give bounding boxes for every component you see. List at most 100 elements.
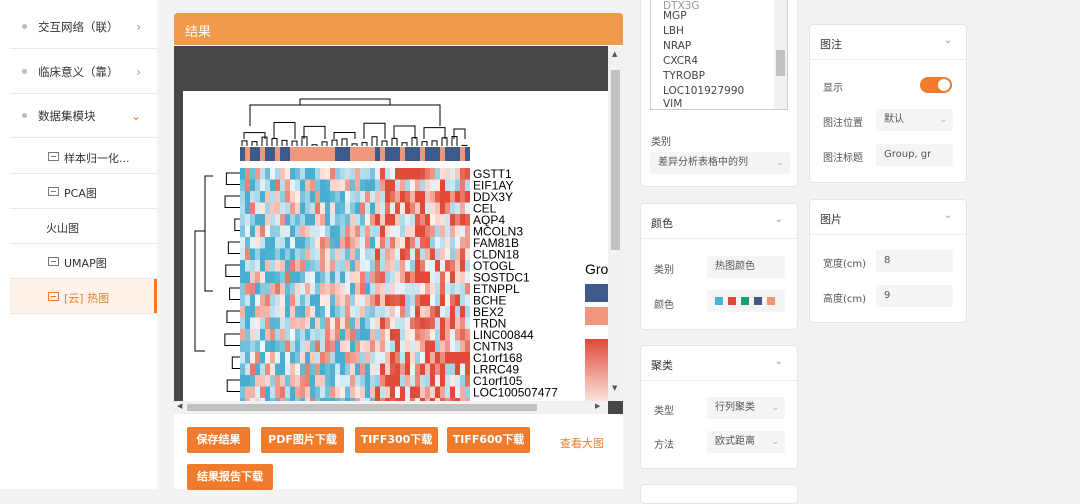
horizontal-scrollbar[interactable]: ◀ ▶: [174, 401, 608, 414]
view-large-link[interactable]: 查看大图: [560, 435, 604, 451]
list-item[interactable]: CXCR4: [663, 55, 698, 67]
heatmap-cell: [245, 340, 250, 352]
heatmap-cell: [420, 294, 425, 306]
heatmap-cell: [315, 283, 320, 295]
heatmap-cell: [315, 237, 320, 249]
heatmap-cell: [420, 191, 425, 203]
list-item[interactable]: TYROBP: [663, 70, 705, 82]
scroll-up-icon[interactable]: ▲: [612, 50, 617, 58]
heatmap-cell: [355, 191, 360, 203]
heatmap-cell: [255, 248, 260, 260]
heatmap-cell: [240, 329, 245, 341]
heatmap-cell: [305, 329, 310, 341]
heatmap-cell: [245, 306, 250, 318]
sidebar-item-umap[interactable]: UMAP图: [10, 244, 157, 279]
color-type-select[interactable]: 热图颜色: [707, 256, 785, 278]
heatmap-cell: [390, 317, 395, 329]
heatmap-cell: [315, 294, 320, 306]
heatmap-cell: [330, 214, 335, 226]
cluster-type-select[interactable]: 行列聚类 ⌄: [707, 397, 785, 419]
image-viewer[interactable]: GSTT1 EIF1AY DDX3Y CEL AQP4 MCOLN3 FAM81B CLDN1…: [174, 46, 623, 414]
list-scrollbar[interactable]: [774, 0, 787, 109]
heatmap-cell: [300, 202, 305, 214]
color-swatch: [715, 297, 723, 305]
heatmap-cell: [360, 168, 365, 180]
list-item[interactable]: NRAP: [663, 40, 691, 52]
sidebar-item-normalization[interactable]: 样本归一化...: [10, 139, 157, 174]
scrollbar-thumb[interactable]: [611, 70, 620, 250]
scrollbar-thumb[interactable]: [776, 50, 785, 76]
chevron-down-icon[interactable]: ⌄: [944, 210, 952, 221]
sidebar-item-dataset-module[interactable]: 数据集模块 ⌄: [10, 94, 157, 138]
report-download-button[interactable]: 结果报告下载: [187, 464, 273, 490]
heatmap-cell: [420, 317, 425, 329]
heatmap-cell: [265, 179, 270, 191]
list-item[interactable]: LBH: [663, 25, 684, 37]
heatmap-cell: [350, 386, 355, 398]
scroll-left-icon[interactable]: ◀: [177, 402, 182, 410]
heatmap-cell: [400, 375, 405, 387]
tiff600-download-button[interactable]: TIFF600下载: [447, 427, 530, 453]
scroll-right-icon[interactable]: ▶: [595, 402, 600, 410]
heatmap-cell: [255, 306, 260, 318]
heatmap-cell: [390, 375, 395, 387]
legend-position-select[interactable]: 默认 ⌄: [876, 109, 953, 131]
category-select[interactable]: 差异分析表格中的列 ⌄: [650, 152, 790, 174]
list-item[interactable]: MGP: [663, 10, 687, 22]
heatmap-cell: [375, 340, 380, 352]
heatmap-cell: [290, 168, 295, 180]
scrollbar-thumb[interactable]: [187, 404, 537, 411]
heatmap-cell: [430, 306, 435, 318]
heatmap-cell: [335, 294, 340, 306]
gene-listbox[interactable]: DTX3G MGP LBH NRAP CXCR4 TYROBP LOC10192…: [650, 0, 788, 110]
heatmap-cell: [295, 271, 300, 283]
scroll-down-icon[interactable]: ▼: [612, 384, 617, 392]
sidebar-item-volcano[interactable]: 火山图: [10, 209, 157, 244]
heatmap-cell: [375, 386, 380, 398]
group-annotation-cell: [435, 147, 440, 161]
sidebar-item-heatmap[interactable]: [云] 热图: [10, 279, 157, 314]
heatmap-cell: [445, 214, 450, 226]
heatmap-cell: [450, 225, 455, 237]
heatmap-cell: [315, 329, 320, 341]
list-item[interactable]: VIM: [663, 98, 682, 110]
width-input[interactable]: 8: [876, 250, 953, 272]
heatmap-cell: [275, 271, 280, 283]
sidebar-item-pca[interactable]: PCA图: [10, 174, 157, 209]
color-palette-picker[interactable]: [707, 290, 785, 312]
heatmap-cell: [335, 202, 340, 214]
chevron-down-icon[interactable]: ⌄: [944, 35, 952, 46]
cluster-method-select[interactable]: 欧式距离 ⌄: [707, 431, 785, 453]
vertical-scrollbar[interactable]: ▲ ▼: [608, 46, 623, 401]
tiff300-download-button[interactable]: TIFF300下载: [355, 427, 438, 453]
heatmap-cell: [360, 386, 365, 398]
heatmap-cell: [325, 294, 330, 306]
heatmap-cell: [275, 202, 280, 214]
heatmap-cell: [320, 168, 325, 180]
chevron-down-icon[interactable]: ⌄: [775, 356, 783, 367]
heatmap-cell: [430, 375, 435, 387]
color-swatch: [767, 297, 775, 305]
heatmap-cell: [260, 294, 265, 306]
heatmap-cell: [395, 283, 400, 295]
sidebar-item-interaction-network[interactable]: 交互网络（联） ›: [10, 5, 157, 49]
chevron-down-icon: ⌄: [130, 108, 141, 123]
heatmap-cell: [440, 340, 445, 352]
heatmap-cell: [305, 179, 310, 191]
heatmap-cell: [335, 352, 340, 364]
heatmap-cell: [440, 225, 445, 237]
heatmap-cell: [370, 340, 375, 352]
chevron-down-icon[interactable]: ⌄: [775, 214, 783, 225]
pdf-download-button[interactable]: PDF图片下载: [261, 427, 344, 453]
list-item[interactable]: LOC101927990: [663, 85, 744, 97]
heatmap-cell: [405, 317, 410, 329]
height-input[interactable]: 9: [876, 285, 953, 307]
heatmap-cell: [375, 317, 380, 329]
sidebar-item-clinical-significance[interactable]: 临床意义（靠） ›: [10, 50, 157, 94]
heatmap-cell: [245, 260, 250, 272]
save-result-button[interactable]: 保存结果: [187, 427, 250, 453]
legend-title-input[interactable]: Group, gr: [876, 144, 953, 166]
legend-show-toggle[interactable]: [920, 77, 952, 93]
chevron-down-icon: ⌄: [771, 403, 779, 413]
heatmap-cell: [270, 260, 275, 272]
